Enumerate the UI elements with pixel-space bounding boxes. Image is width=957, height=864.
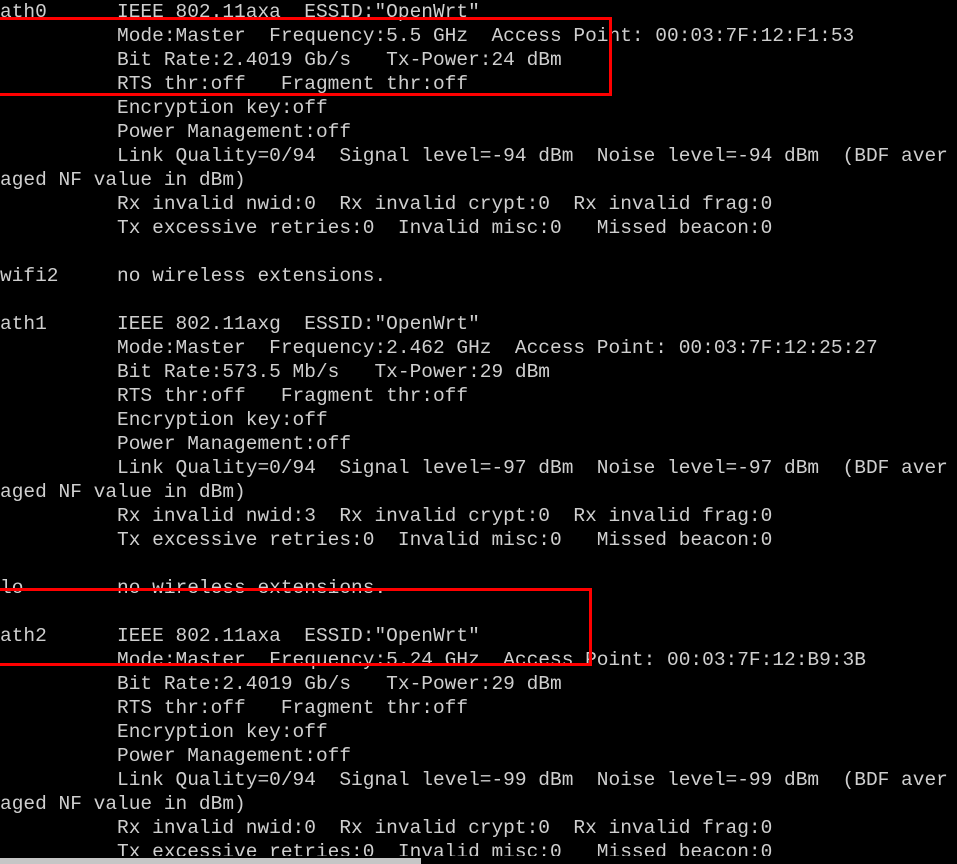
terminal-line: Power Management:off — [0, 121, 352, 143]
terminal-line: RTS thr:off Fragment thr:off — [0, 697, 469, 719]
terminal-line: Rx invalid nwid:0 Rx invalid crypt:0 Rx … — [0, 193, 773, 215]
terminal-line: Tx excessive retries:0 Invalid misc:0 Mi… — [0, 217, 773, 239]
terminal-line: Power Management:off — [0, 745, 352, 767]
terminal-line: RTS thr:off Fragment thr:off — [0, 73, 469, 95]
terminal-line: Mode:Master Frequency:2.462 GHz Access P… — [0, 337, 878, 359]
terminal-line: ath0 IEEE 802.11axa ESSID:"OpenWrt" — [0, 1, 480, 23]
terminal-line: Power Management:off — [0, 433, 352, 455]
terminal-line: Rx invalid nwid:3 Rx invalid crypt:0 Rx … — [0, 505, 773, 527]
terminal-line: ath2 IEEE 802.11axa ESSID:"OpenWrt" — [0, 625, 480, 647]
terminal-output[interactable]: ath0 IEEE 802.11axa ESSID:"OpenWrt" Mode… — [0, 0, 957, 863]
terminal-line: aged NF value in dBm) — [0, 169, 246, 191]
terminal-line: Link Quality=0/94 Signal level=-97 dBm N… — [0, 457, 948, 479]
terminal-line: Tx excessive retries:0 Invalid misc:0 Mi… — [0, 529, 773, 551]
terminal-line: Encryption key:off — [0, 721, 328, 743]
terminal-line: Link Quality=0/94 Signal level=-94 dBm N… — [0, 145, 948, 167]
terminal-line: aged NF value in dBm) — [0, 793, 246, 815]
bottom-clipped-text: AP:802.11AX (Wi-Fi 6E) — [421, 850, 957, 864]
terminal-line: Encryption key:off — [0, 97, 328, 119]
terminal-line: Mode:Master Frequency:5.5 GHz Access Poi… — [0, 25, 855, 47]
terminal-line: Bit Rate:2.4019 Gb/s Tx-Power:24 dBm — [0, 49, 562, 71]
bottom-window-edge — [0, 858, 421, 864]
terminal-line: Rx invalid nwid:0 Rx invalid crypt:0 Rx … — [0, 817, 773, 839]
terminal-line: ath1 IEEE 802.11axg ESSID:"OpenWrt" — [0, 313, 480, 335]
screenshot-root: ath0 IEEE 802.11axa ESSID:"OpenWrt" Mode… — [0, 0, 957, 864]
terminal-line: Bit Rate:573.5 Mb/s Tx-Power:29 dBm — [0, 361, 550, 383]
terminal-line: wifi2 no wireless extensions. — [0, 265, 387, 287]
terminal-line: Mode:Master Frequency:5.24 GHz Access Po… — [0, 649, 866, 671]
terminal-line: lo no wireless extensions. — [0, 577, 387, 599]
terminal-line: RTS thr:off Fragment thr:off — [0, 385, 469, 407]
terminal-line: Bit Rate:2.4019 Gb/s Tx-Power:29 dBm — [0, 673, 562, 695]
terminal-line: Link Quality=0/94 Signal level=-99 dBm N… — [0, 769, 948, 791]
terminal-line: Encryption key:off — [0, 409, 328, 431]
terminal-line: aged NF value in dBm) — [0, 481, 246, 503]
